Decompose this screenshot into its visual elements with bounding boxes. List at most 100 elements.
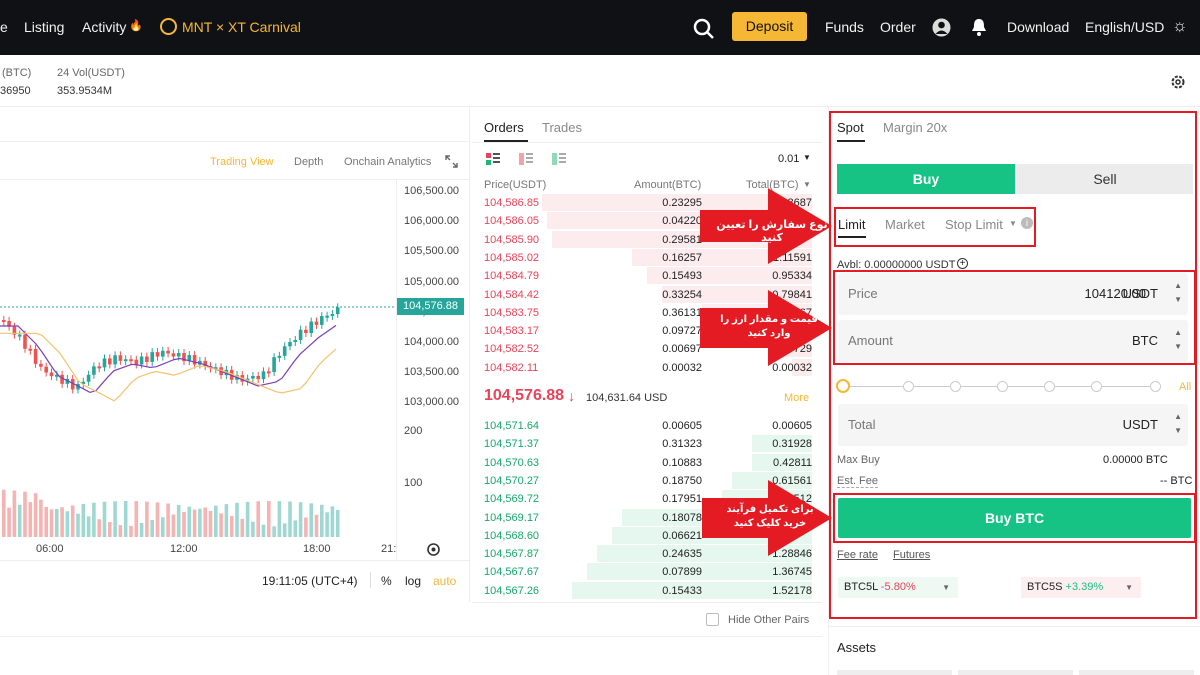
nav-item-funds[interactable]: Funds bbox=[825, 19, 864, 35]
time-tick: 18:00 bbox=[303, 543, 331, 555]
order-type-stop-limit[interactable]: Stop Limit bbox=[945, 217, 1003, 232]
expand-icon[interactable] bbox=[445, 155, 458, 168]
slider-step[interactable] bbox=[950, 381, 961, 392]
volume-bar bbox=[282, 523, 287, 537]
row-price: 104,586.85 bbox=[484, 197, 540, 209]
last-price: 104,576.88 bbox=[484, 387, 565, 404]
search-icon[interactable] bbox=[693, 18, 715, 40]
nav-item-download[interactable]: Download bbox=[1007, 19, 1069, 35]
bell-icon[interactable] bbox=[970, 17, 988, 37]
volume-bar bbox=[155, 502, 160, 537]
percent-toggle[interactable]: % bbox=[381, 574, 392, 588]
order-book-row[interactable]: 104,567.67 0.07899 1.36745 bbox=[484, 563, 812, 581]
volume-bar bbox=[102, 501, 107, 537]
volume-bar bbox=[12, 490, 17, 537]
tab-trading-view[interactable]: Trading View bbox=[210, 156, 274, 168]
slider-step[interactable] bbox=[1044, 381, 1055, 392]
candle-body bbox=[176, 353, 181, 357]
stepper-icon[interactable]: ▲ ▼ bbox=[1174, 326, 1182, 354]
info-icon[interactable]: i bbox=[1021, 217, 1033, 229]
tab-depth[interactable]: Depth bbox=[294, 156, 323, 168]
chevron-down-icon[interactable]: ▼ bbox=[803, 153, 811, 162]
buy-btc-button[interactable]: Buy BTC bbox=[838, 498, 1191, 538]
more-link[interactable]: More bbox=[784, 392, 809, 404]
price-input[interactable]: Price 104120.00 USDT ▲ ▼ bbox=[838, 273, 1188, 315]
hide-other-pairs-checkbox[interactable] bbox=[706, 613, 719, 626]
row-price: 104,584.42 bbox=[484, 288, 540, 301]
precision-select[interactable]: 0.01 bbox=[778, 153, 799, 165]
market-stats-bar: (BTC) 36950 24 Vol(USDT) 353.9534M bbox=[0, 55, 1200, 107]
sell-tab-button[interactable]: Sell bbox=[1017, 164, 1193, 194]
deposit-button[interactable]: Deposit bbox=[732, 12, 807, 41]
candle-body bbox=[330, 313, 335, 316]
nav-item-listing[interactable]: Listing bbox=[24, 19, 64, 35]
row-amount: 0.31323 bbox=[662, 438, 702, 451]
volume-bar bbox=[256, 501, 260, 537]
order-book-row[interactable]: 104,571.64 0.00605 0.00605 bbox=[484, 417, 812, 435]
book-view-asks-icon[interactable] bbox=[519, 153, 533, 166]
order-book-row[interactable]: 104,571.37 0.31323 0.31928 bbox=[484, 435, 812, 453]
candle-body bbox=[86, 374, 91, 382]
chevron-down-icon[interactable]: ▼ bbox=[1125, 577, 1133, 598]
nav-item-carnival[interactable]: MNT × XT Carnival bbox=[182, 19, 301, 35]
settings-gear-icon[interactable] bbox=[1170, 74, 1186, 90]
slider-step[interactable] bbox=[1091, 381, 1102, 392]
annotation-arrow-order-type: نوع سفارش را تعیین کنید bbox=[700, 188, 832, 264]
volume-bar bbox=[288, 501, 292, 537]
order-type-limit[interactable]: Limit bbox=[838, 217, 865, 232]
amount-input[interactable]: Amount BTC ▲ ▼ bbox=[838, 320, 1188, 362]
order-book-row[interactable]: 104,567.26 0.15433 1.52178 bbox=[484, 581, 812, 600]
theme-sun-icon[interactable]: ☼ bbox=[1172, 16, 1188, 36]
volume-bar bbox=[277, 501, 282, 537]
stepper-icon[interactable]: ▲ ▼ bbox=[1174, 279, 1182, 307]
nav-item-language[interactable]: English/USD bbox=[1085, 19, 1164, 35]
leveraged-token-short[interactable]: BTC5S +3.39% ▼ bbox=[1021, 577, 1141, 598]
slider-step[interactable] bbox=[1150, 381, 1161, 392]
order-book-row[interactable]: 104,584.79 0.15493 0.95334 bbox=[484, 267, 812, 285]
book-view-bids-icon[interactable] bbox=[552, 153, 566, 166]
tab-margin[interactable]: Margin 20x bbox=[883, 120, 947, 135]
candle-body bbox=[134, 359, 139, 365]
nav-item-activity[interactable]: Activity bbox=[82, 19, 126, 35]
user-avatar-icon[interactable] bbox=[932, 18, 951, 37]
candle-body bbox=[293, 339, 298, 343]
volume-bar bbox=[198, 508, 202, 537]
candle-body bbox=[129, 359, 133, 362]
add-funds-icon[interactable]: + bbox=[957, 258, 968, 269]
slider-handle[interactable] bbox=[836, 379, 850, 393]
amount-unit: BTC bbox=[1132, 333, 1158, 348]
volume-bar bbox=[81, 503, 86, 537]
fee-rate-link[interactable]: Fee rate bbox=[837, 549, 878, 561]
candle-body bbox=[325, 315, 329, 318]
tab-onchain-analytics[interactable]: Onchain Analytics bbox=[344, 156, 431, 168]
auto-toggle[interactable]: auto bbox=[433, 574, 456, 588]
volume-bar bbox=[229, 516, 234, 537]
candlestick-chart[interactable] bbox=[0, 180, 396, 560]
row-amount: 0.17951 bbox=[662, 493, 702, 506]
stepper-icon[interactable]: ▲ ▼ bbox=[1174, 410, 1182, 438]
volume-bar bbox=[304, 517, 308, 537]
slider-all-label[interactable]: All bbox=[1179, 381, 1191, 393]
nav-item-partial[interactable]: e bbox=[0, 19, 8, 35]
volume-bar bbox=[214, 505, 218, 537]
leveraged-token-long[interactable]: BTC5L -5.80% ▼ bbox=[838, 577, 958, 598]
chevron-down-icon[interactable]: ▼ bbox=[942, 577, 950, 598]
tab-orders[interactable]: Orders bbox=[484, 120, 524, 135]
order-book-row[interactable]: 104,570.63 0.10883 0.42811 bbox=[484, 453, 812, 472]
candle-body bbox=[145, 356, 149, 362]
row-amount: 0.18750 bbox=[662, 474, 702, 487]
volume-bar bbox=[219, 513, 223, 537]
total-input[interactable]: Total USDT ▲ ▼ bbox=[838, 404, 1188, 446]
order-type-market[interactable]: Market bbox=[885, 217, 925, 232]
slider-step[interactable] bbox=[903, 381, 914, 392]
slider-step[interactable] bbox=[997, 381, 1008, 392]
nav-item-order[interactable]: Order bbox=[880, 19, 916, 35]
futures-link[interactable]: Futures bbox=[893, 549, 930, 561]
book-view-both-icon[interactable] bbox=[486, 153, 500, 166]
buy-tab-button[interactable]: Buy bbox=[837, 164, 1015, 194]
log-toggle[interactable]: log bbox=[405, 574, 421, 588]
chevron-down-icon[interactable]: ▼ bbox=[1009, 219, 1017, 228]
tab-trades[interactable]: Trades bbox=[542, 120, 582, 135]
tab-spot[interactable]: Spot bbox=[837, 120, 864, 135]
chart-settings-icon[interactable] bbox=[426, 542, 441, 557]
